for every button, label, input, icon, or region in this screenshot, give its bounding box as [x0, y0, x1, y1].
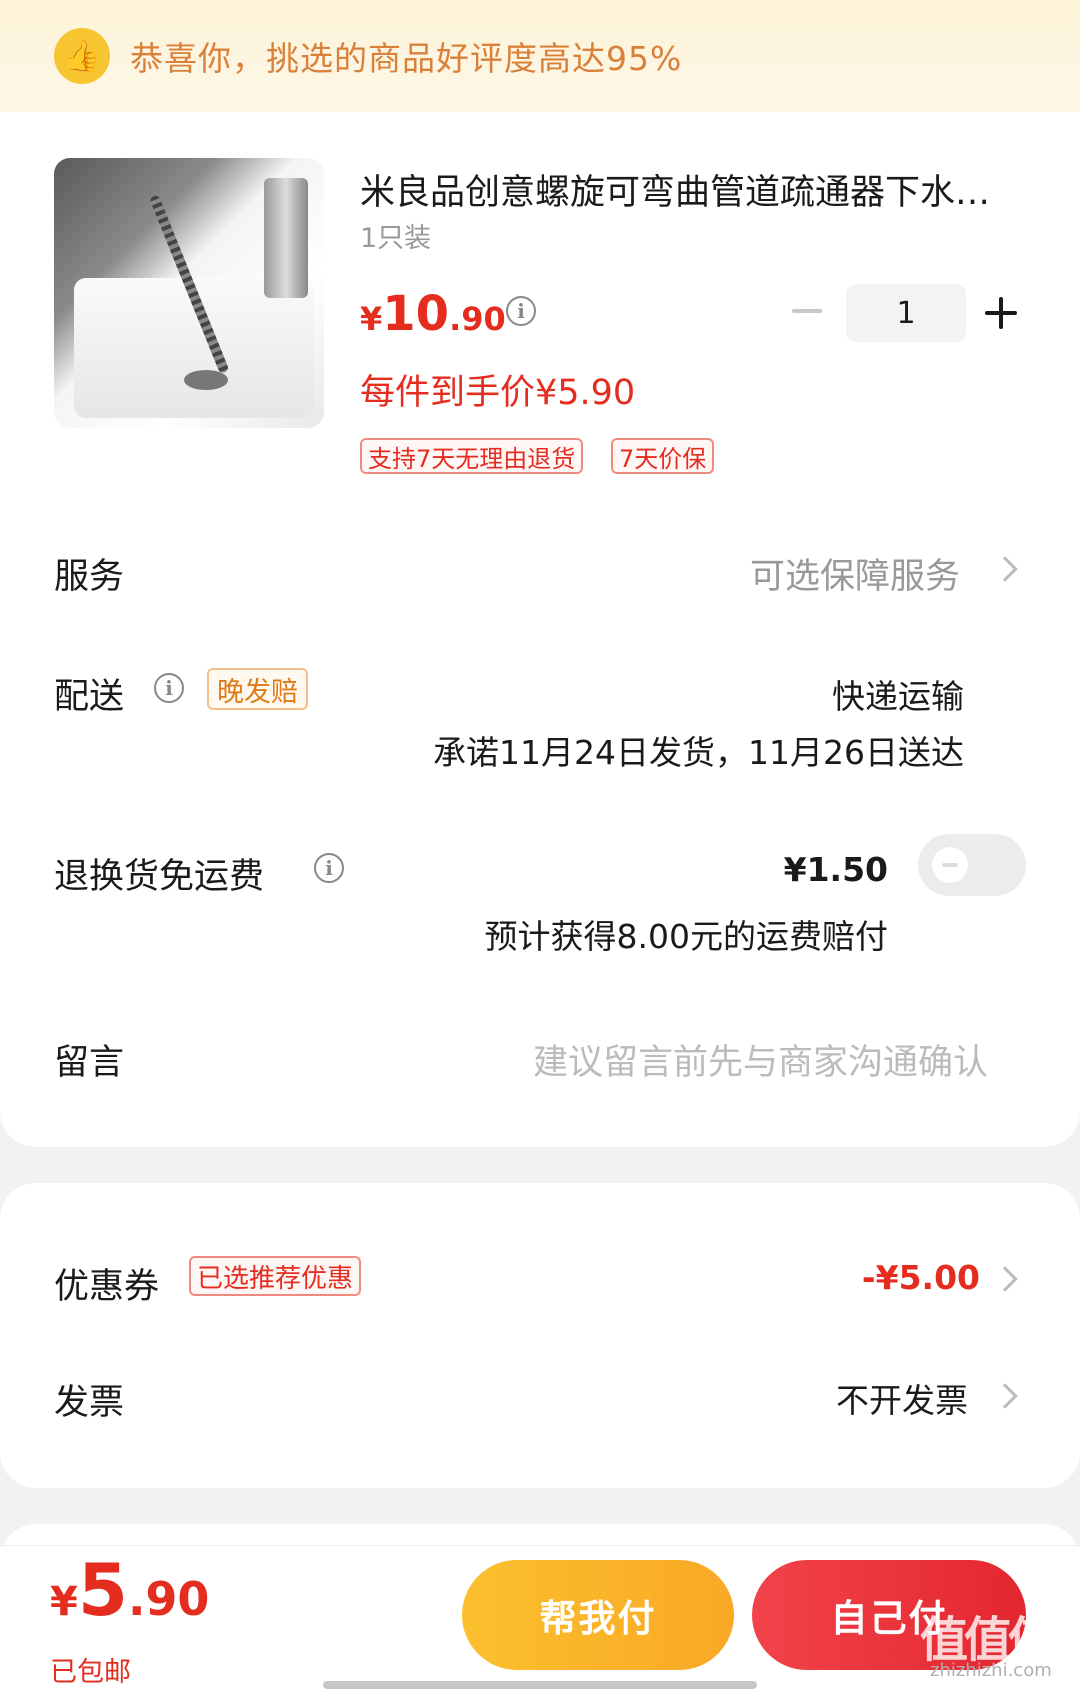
- praise-text: 恭喜你，挑选的商品好评度高达95%: [130, 39, 683, 78]
- quantity-decrease-button[interactable]: [790, 294, 824, 328]
- product-title[interactable]: 米良品创意螺旋可弯曲管道疏通器下水道头发清理神器: [360, 164, 1020, 215]
- return-shipping-toggle[interactable]: [918, 834, 1026, 896]
- message-input[interactable]: 建议留言前先与商家沟通确认: [533, 1034, 988, 1085]
- return-shipping-info-icon[interactable]: i: [314, 853, 344, 883]
- service-label: 服务: [54, 557, 125, 597]
- return-shipping-desc: 预计获得8.00元的运费赔付: [484, 917, 888, 956]
- invoice-value[interactable]: 不开发票: [836, 1374, 968, 1422]
- quantity-input[interactable]: 1: [846, 284, 966, 342]
- praise-banner: 👍 恭喜你，挑选的商品好评度高达95%: [0, 0, 1080, 112]
- coupon-label: 优惠券: [54, 1267, 160, 1307]
- watermark-url: zhizhizhi.com: [930, 1660, 1052, 1681]
- message-label: 留言: [54, 1043, 125, 1083]
- invoice-label: 发票: [54, 1383, 125, 1423]
- delivery-method: 快递运输: [832, 677, 964, 716]
- discount-card: [0, 1183, 1080, 1488]
- delivery-info-icon[interactable]: i: [154, 673, 184, 703]
- product-spec[interactable]: 1只装: [360, 216, 431, 255]
- price-info-icon[interactable]: i: [506, 296, 536, 326]
- quantity-increase-button[interactable]: [985, 296, 1019, 330]
- price-protect-tag: 7天价保: [611, 438, 715, 474]
- help-pay-button[interactable]: 帮我付: [462, 1560, 734, 1670]
- product-price: ¥10.90: [360, 286, 506, 342]
- coupon-tag: 已选推荐优惠: [189, 1256, 362, 1296]
- return-policy-tag: 支持7天无理由退货: [360, 438, 584, 474]
- total-price: ¥5.90: [50, 1548, 210, 1632]
- home-indicator[interactable]: [323, 1681, 757, 1689]
- product-image[interactable]: [54, 158, 324, 428]
- return-shipping-price: ¥1.50: [783, 850, 888, 889]
- late-delivery-tag: 晚发赔: [207, 668, 308, 710]
- deal-price: 每件到手价¥5.90: [360, 373, 636, 413]
- thumbs-up-icon: 👍: [54, 28, 110, 84]
- delivery-promise: 承诺11月24日发货，11月26日送达: [433, 733, 964, 772]
- service-value[interactable]: 可选保障服务: [750, 548, 960, 599]
- return-shipping-label: 退换货免运费: [54, 857, 265, 897]
- delivery-label: 配送: [54, 677, 125, 717]
- free-shipping-label: 已包邮: [50, 1657, 131, 1688]
- coupon-value[interactable]: -¥5.00: [862, 1258, 980, 1297]
